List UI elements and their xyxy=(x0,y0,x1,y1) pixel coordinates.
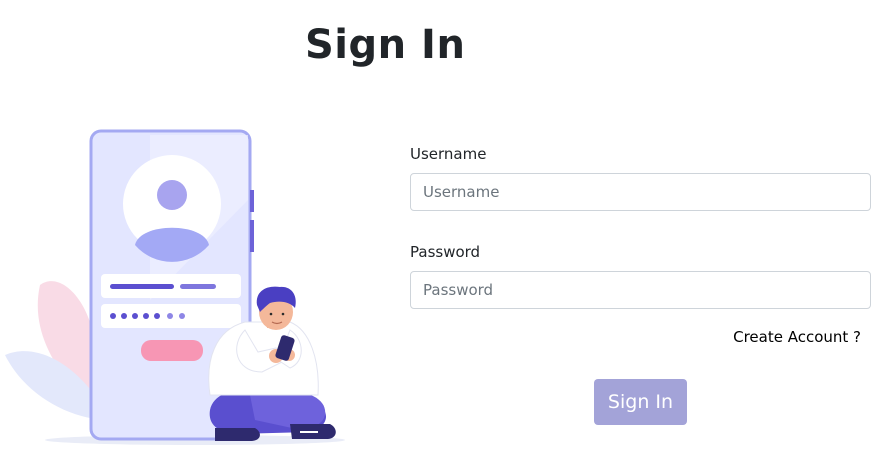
page-title: Sign In xyxy=(305,22,466,68)
login-illustration xyxy=(5,129,345,445)
illustration-button xyxy=(141,340,203,361)
username-group: Username xyxy=(410,145,871,211)
sign-in-button[interactable]: Sign In xyxy=(594,379,687,425)
create-account-link[interactable]: Create Account ? xyxy=(733,328,861,346)
password-input[interactable] xyxy=(410,271,871,309)
password-label: Password xyxy=(410,243,481,261)
sign-in-page: Sign In Username Username Password Creat… xyxy=(0,0,889,465)
username-input[interactable] xyxy=(410,173,871,211)
password-group: Password xyxy=(410,243,871,309)
username-label: Username xyxy=(410,145,487,163)
